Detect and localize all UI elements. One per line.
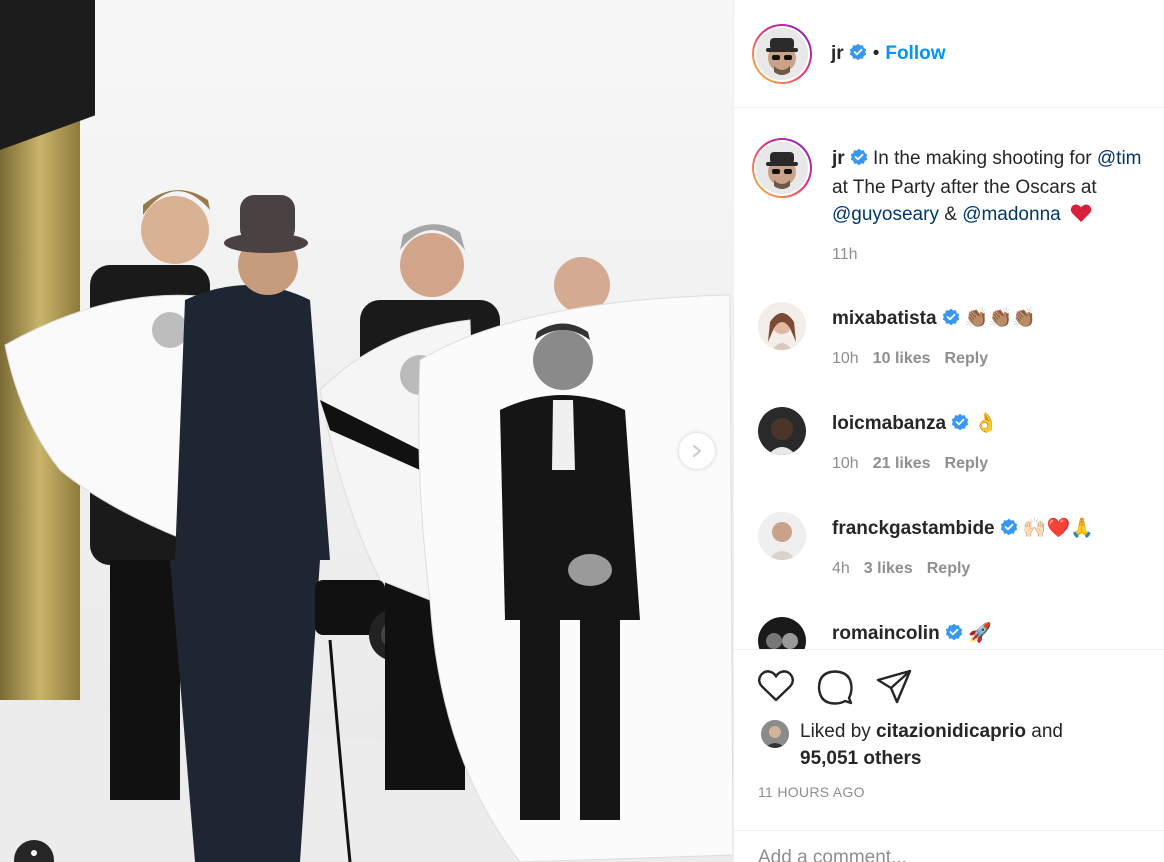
comment-time: 10h (832, 455, 859, 472)
post-side-panel: jr • Follow jr In the making shooting fo… (733, 0, 1164, 862)
liked-by-user[interactable]: citazionidicaprio (876, 721, 1026, 742)
likes-count[interactable]: 95,051 others (800, 748, 921, 769)
comment-time: 4h (832, 560, 850, 577)
commenter-avatar[interactable] (758, 512, 806, 560)
verified-icon (849, 43, 867, 66)
caption: jr In the making shooting for @tim at Th… (832, 145, 1164, 231)
verified-icon (850, 147, 868, 174)
liked-by-and: and (1025, 721, 1063, 742)
comment-username[interactable]: franckgastambide (832, 518, 995, 539)
post-actions: Liked by citazionidicaprio and 95,051 ot… (734, 649, 1164, 862)
comment-button[interactable] (816, 668, 854, 711)
liked-by-avatar[interactable] (760, 719, 790, 749)
post-header: jr • Follow (734, 0, 1164, 108)
caption-author[interactable]: jr (832, 148, 845, 169)
caption-mention-guyoseary[interactable]: @guyoseary (832, 204, 939, 225)
author-username[interactable]: jr (831, 43, 844, 64)
comment-item: franckgastambide 🙌🏻❤️🙏 4h 3 likes Reply (734, 512, 1164, 612)
photo-image (0, 0, 733, 862)
reply-button[interactable]: Reply (945, 350, 989, 367)
verified-icon (951, 413, 969, 437)
comment-username[interactable]: loicmabanza (832, 413, 946, 434)
share-button[interactable] (875, 668, 913, 711)
liked-by-prefix: Liked by (800, 721, 877, 742)
comment-time: 10h (832, 350, 859, 367)
caption-line1: In the making shooting for (872, 148, 1097, 169)
post-timestamp: 11 HOURS AGO (758, 784, 865, 800)
share-icon (876, 669, 912, 704)
add-comment-input[interactable] (758, 847, 1058, 862)
comments-list[interactable]: jr In the making shooting for @tim at Th… (734, 109, 1164, 649)
verified-icon (945, 623, 963, 647)
comment-text: 👏🏽👏🏽👏🏽 (964, 307, 1036, 329)
comment-item: romaincolin 🚀 (734, 617, 1164, 649)
comment-text: 🚀 (967, 622, 992, 644)
commenter-avatar[interactable] (758, 407, 806, 455)
comment-username[interactable]: romaincolin (832, 623, 940, 644)
like-button[interactable] (757, 668, 795, 709)
comment-text: 👌 (974, 412, 998, 434)
heart-icon (758, 670, 794, 702)
commenter-avatar[interactable] (758, 302, 806, 350)
next-photo-button[interactable] (679, 433, 715, 469)
reply-button[interactable]: Reply (945, 455, 989, 472)
separator-dot: • (872, 43, 880, 64)
author-avatar[interactable] (752, 24, 812, 84)
add-comment-bar (734, 830, 1164, 862)
caption-author-avatar[interactable] (752, 138, 812, 198)
caption-time: 11h (832, 246, 858, 263)
caption-mention-tim[interactable]: @tim (1097, 148, 1142, 169)
verified-icon (1000, 518, 1018, 542)
follow-button[interactable]: Follow (885, 43, 945, 64)
user-tag-icon (31, 850, 37, 856)
comment-item: mixabatista 👏🏽👏🏽👏🏽 10h 10 likes Reply (734, 302, 1164, 402)
caption-avatar-image (756, 142, 808, 194)
caption-line2: at The Party after the Oscars at (832, 177, 1097, 198)
heart-emoji-icon (1070, 203, 1092, 231)
likes-summary: Liked by citazionidicaprio and 95,051 ot… (800, 718, 1140, 772)
comment-text: 🙌🏻❤️🙏 (1022, 517, 1094, 539)
caption-amp: & (938, 204, 963, 225)
verified-icon (942, 308, 960, 332)
comment-icon (817, 670, 853, 705)
caption-mention-madonna[interactable]: @madonna (962, 204, 1061, 225)
comment-likes[interactable]: 21 likes (873, 455, 931, 472)
comment-likes[interactable]: 3 likes (864, 560, 913, 577)
author-avatar-image (756, 28, 808, 80)
chevron-right-icon (692, 444, 702, 458)
comment-username[interactable]: mixabatista (832, 308, 937, 329)
reply-button[interactable]: Reply (927, 560, 971, 577)
commenter-avatar[interactable] (758, 617, 806, 649)
comment-item: loicmabanza 👌 10h 21 likes Reply (734, 407, 1164, 507)
comment-likes[interactable]: 10 likes (873, 350, 931, 367)
post-photo[interactable] (0, 0, 733, 862)
